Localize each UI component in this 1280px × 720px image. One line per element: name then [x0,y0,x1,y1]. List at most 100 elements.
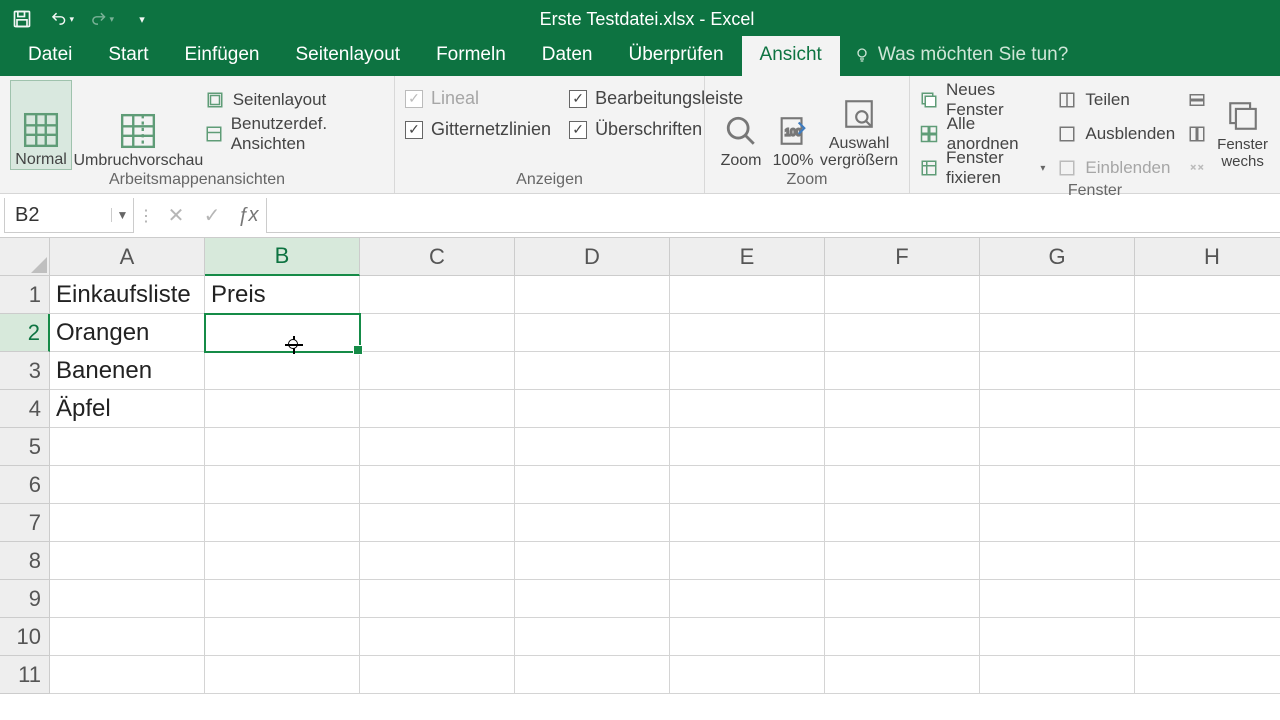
cell[interactable] [1135,542,1280,580]
cell[interactable] [670,276,825,314]
cell[interactable] [515,428,670,466]
cell[interactable] [670,504,825,542]
cell[interactable] [360,390,515,428]
cell[interactable] [360,542,515,580]
cell[interactable] [205,542,360,580]
cell[interactable] [1135,504,1280,542]
row-header[interactable]: 2 [0,314,50,352]
cell[interactable] [360,352,515,390]
zoom-button[interactable]: Zoom [715,80,767,170]
cell[interactable] [360,466,515,504]
column-header[interactable]: H [1135,238,1280,276]
zoom-selection-button[interactable]: Auswahl vergrößern [819,80,899,170]
column-header[interactable]: E [670,238,825,276]
cell[interactable] [360,580,515,618]
cell[interactable] [825,314,980,352]
cell[interactable] [1135,390,1280,428]
cell[interactable] [670,428,825,466]
cell[interactable] [515,656,670,694]
cell[interactable] [515,580,670,618]
cell[interactable] [825,504,980,542]
cell[interactable] [1135,314,1280,352]
cell[interactable] [670,542,825,580]
tab-file[interactable]: Datei [10,36,90,76]
column-header[interactable]: C [360,238,515,276]
cell[interactable] [980,276,1135,314]
cell[interactable] [825,580,980,618]
cell[interactable] [980,618,1135,656]
row-header[interactable]: 3 [0,352,50,390]
hide-button[interactable]: Ausblenden [1057,120,1175,148]
row-header[interactable]: 5 [0,428,50,466]
tab-seitenlayout[interactable]: Seitenlayout [278,36,419,76]
cell[interactable] [980,390,1135,428]
cell[interactable] [360,618,515,656]
cell[interactable]: Banenen [50,352,205,390]
chk-gitternetzlinien[interactable]: ✓Gitternetzlinien [405,119,551,140]
cell[interactable] [50,542,205,580]
cell[interactable] [515,352,670,390]
cell[interactable] [825,276,980,314]
cell[interactable] [980,542,1135,580]
column-header[interactable]: F [825,238,980,276]
cell[interactable] [980,580,1135,618]
cell[interactable] [670,580,825,618]
column-header[interactable]: B [205,238,360,276]
row-header[interactable]: 6 [0,466,50,504]
cell[interactable] [205,352,360,390]
cell[interactable] [205,390,360,428]
undo-icon[interactable]: ▾ [50,7,74,31]
row-header[interactable]: 1 [0,276,50,314]
cell[interactable] [515,504,670,542]
cell[interactable] [1135,352,1280,390]
cell[interactable] [50,428,205,466]
tell-me-search[interactable]: Was möchten Sie tun? [840,36,1082,76]
cell[interactable] [980,656,1135,694]
tab-einfuegen[interactable]: Einfügen [166,36,277,76]
cell[interactable] [515,618,670,656]
row-header[interactable]: 8 [0,542,50,580]
column-header[interactable]: G [980,238,1135,276]
cell[interactable] [50,656,205,694]
row-header[interactable]: 10 [0,618,50,656]
cell[interactable] [825,428,980,466]
cell[interactable] [670,656,825,694]
cell[interactable] [670,352,825,390]
name-box-dropdown[interactable]: ▼ [111,208,133,222]
cell[interactable] [1135,618,1280,656]
row-header[interactable]: 7 [0,504,50,542]
view-pagelayout-button[interactable]: Seitenlayout [205,86,384,114]
name-box[interactable]: B2 ▼ [4,198,134,233]
tab-start[interactable]: Start [90,36,166,76]
redo-icon[interactable]: ▾ [90,7,114,31]
row-header[interactable]: 4 [0,390,50,428]
cell[interactable] [670,466,825,504]
cell[interactable] [515,314,670,352]
cell[interactable] [515,466,670,504]
cell[interactable] [515,390,670,428]
cell[interactable] [205,466,360,504]
new-window-button[interactable]: Neues Fenster [920,86,1045,114]
tab-formeln[interactable]: Formeln [418,36,524,76]
cell[interactable] [205,618,360,656]
cell[interactable] [1135,656,1280,694]
switch-windows-button[interactable]: Fensterwechs [1215,80,1270,170]
cell[interactable] [205,580,360,618]
cell[interactable] [360,504,515,542]
tab-daten[interactable]: Daten [524,36,611,76]
column-header[interactable]: A [50,238,205,276]
cell[interactable] [1135,466,1280,504]
cell[interactable] [360,276,515,314]
cell[interactable] [825,466,980,504]
cell[interactable] [825,656,980,694]
cell[interactable] [825,390,980,428]
cell[interactable] [50,618,205,656]
cell[interactable] [980,466,1135,504]
cell[interactable] [360,656,515,694]
cell[interactable] [980,504,1135,542]
cell[interactable] [50,466,205,504]
cell[interactable] [670,618,825,656]
cell[interactable] [50,580,205,618]
cell[interactable] [1135,580,1280,618]
cell[interactable] [1135,276,1280,314]
